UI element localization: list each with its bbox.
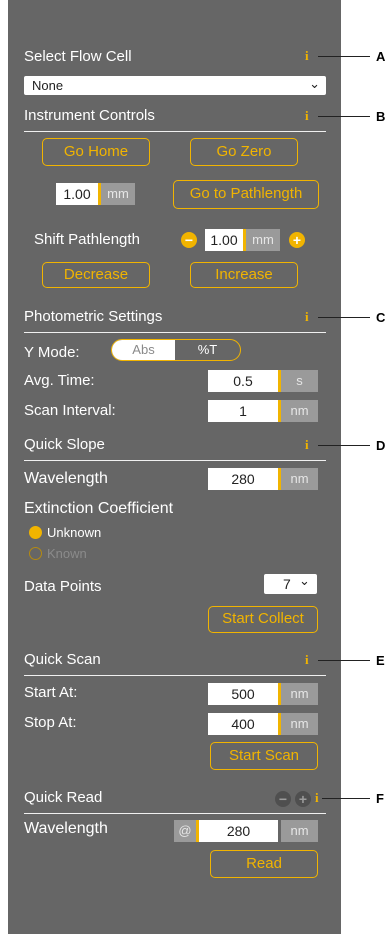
avg-time-unit: s <box>281 370 318 392</box>
callout-line-a <box>318 56 370 57</box>
info-icon[interactable]: i <box>305 108 309 124</box>
y-mode-label: Y Mode: <box>24 344 80 361</box>
extinction-coefficient-label: Extinction Coefficient <box>24 500 174 517</box>
pathlength-unit: mm <box>101 183 135 205</box>
info-icon[interactable]: i <box>305 652 309 668</box>
section-title: Quick Slope <box>24 436 105 453</box>
data-points-label: Data Points <box>24 578 102 595</box>
callout-line-e <box>318 660 370 661</box>
info-icon[interactable]: i <box>315 790 319 806</box>
info-icon[interactable]: i <box>305 309 309 325</box>
minus-icon[interactable]: − <box>275 791 291 807</box>
slope-wavelength-unit: nm <box>281 468 318 490</box>
start-at-input[interactable]: 500 <box>208 683 278 705</box>
abs-option[interactable]: Abs <box>112 340 175 360</box>
callout-f: F <box>376 791 384 806</box>
callout-e: E <box>376 653 385 668</box>
avg-time-input[interactable]: 0.5 <box>208 370 278 392</box>
pathlength-input[interactable]: 1.00 <box>56 183 98 205</box>
percent-t-option[interactable]: %T <box>175 340 240 360</box>
section-title: Quick Read <box>24 789 103 806</box>
flow-cell-select[interactable]: None ⌄ <box>24 76 326 95</box>
flow-cell-selected: None <box>32 78 64 93</box>
section-header-quick-scan: Quick Scan <box>24 651 326 679</box>
callout-line-f <box>322 798 370 799</box>
unknown-label: Unknown <box>47 525 102 540</box>
callout-line-d <box>318 445 370 446</box>
at-prefix: @ <box>174 820 196 842</box>
avg-time-label: Avg. Time: <box>24 372 95 389</box>
go-zero-button[interactable]: Go Zero <box>190 138 298 166</box>
go-home-button[interactable]: Go Home <box>42 138 150 166</box>
section-header-photometric: Photometric Settings <box>24 308 326 336</box>
info-icon[interactable]: i <box>305 48 309 64</box>
y-mode-toggle[interactable]: Abs %T <box>111 339 241 361</box>
stop-at-unit: nm <box>281 713 318 735</box>
slope-wavelength-input[interactable]: 280 <box>208 468 278 490</box>
scan-interval-unit: nm <box>281 400 318 422</box>
scan-interval-label: Scan Interval: <box>24 402 116 419</box>
start-at-label: Start At: <box>24 684 78 701</box>
start-scan-button[interactable]: Start Scan <box>210 742 318 770</box>
increase-button[interactable]: Increase <box>190 262 298 288</box>
section-title: Select Flow Cell <box>24 48 132 65</box>
plus-icon[interactable]: + <box>289 232 305 248</box>
start-at-unit: nm <box>281 683 318 705</box>
divider <box>24 460 326 461</box>
section-title: Instrument Controls <box>24 107 155 124</box>
info-icon[interactable]: i <box>305 437 309 453</box>
section-header-instrument: Instrument Controls <box>24 107 326 135</box>
wavelength-label: Wavelength <box>24 470 108 487</box>
divider <box>24 332 326 333</box>
shift-pathlength-label: Shift Pathlength <box>34 231 140 248</box>
plus-icon[interactable]: + <box>295 791 311 807</box>
section-title: Photometric Settings <box>24 308 163 325</box>
stop-at-input[interactable]: 400 <box>208 713 278 735</box>
decrease-button[interactable]: Decrease <box>42 262 150 288</box>
read-wavelength-input[interactable]: 280 <box>199 820 278 842</box>
section-title: Quick Scan <box>24 651 101 668</box>
chevron-down-icon: ⌄ <box>309 76 320 91</box>
divider <box>24 131 326 132</box>
section-header-flow-cell: Select Flow Cell <box>24 48 326 68</box>
callout-c: C <box>376 310 386 325</box>
callout-line-c <box>318 317 370 318</box>
read-wavelength-unit: nm <box>281 820 318 842</box>
section-header-quick-slope: Quick Slope <box>24 436 326 464</box>
divider <box>24 675 326 676</box>
shift-pathlength-input[interactable]: 1.00 <box>205 229 243 251</box>
read-wavelength-label: Wavelength <box>24 820 108 837</box>
callout-a: A <box>376 49 386 64</box>
known-radio[interactable] <box>29 547 42 560</box>
unknown-radio[interactable] <box>29 526 42 539</box>
minus-icon[interactable]: − <box>181 232 197 248</box>
start-collect-button[interactable]: Start Collect <box>208 606 318 633</box>
data-points-select[interactable]: 7 ⌄ <box>264 573 317 594</box>
data-points-value: 7 <box>283 576 291 592</box>
control-panel: Select Flow Cell i None ⌄ Instrument Con… <box>8 0 341 934</box>
read-button[interactable]: Read <box>210 850 318 878</box>
known-label: Known <box>47 546 87 561</box>
stop-at-label: Stop At: <box>24 714 77 731</box>
callout-d: D <box>376 438 386 453</box>
shift-pathlength-unit: mm <box>246 229 280 251</box>
go-to-pathlength-button[interactable]: Go to Pathlength <box>173 180 319 209</box>
chevron-down-icon: ⌄ <box>299 573 310 588</box>
callout-b: B <box>376 109 386 124</box>
scan-interval-input[interactable]: 1 <box>208 400 278 422</box>
callout-line-b <box>318 116 370 117</box>
divider <box>24 813 326 814</box>
